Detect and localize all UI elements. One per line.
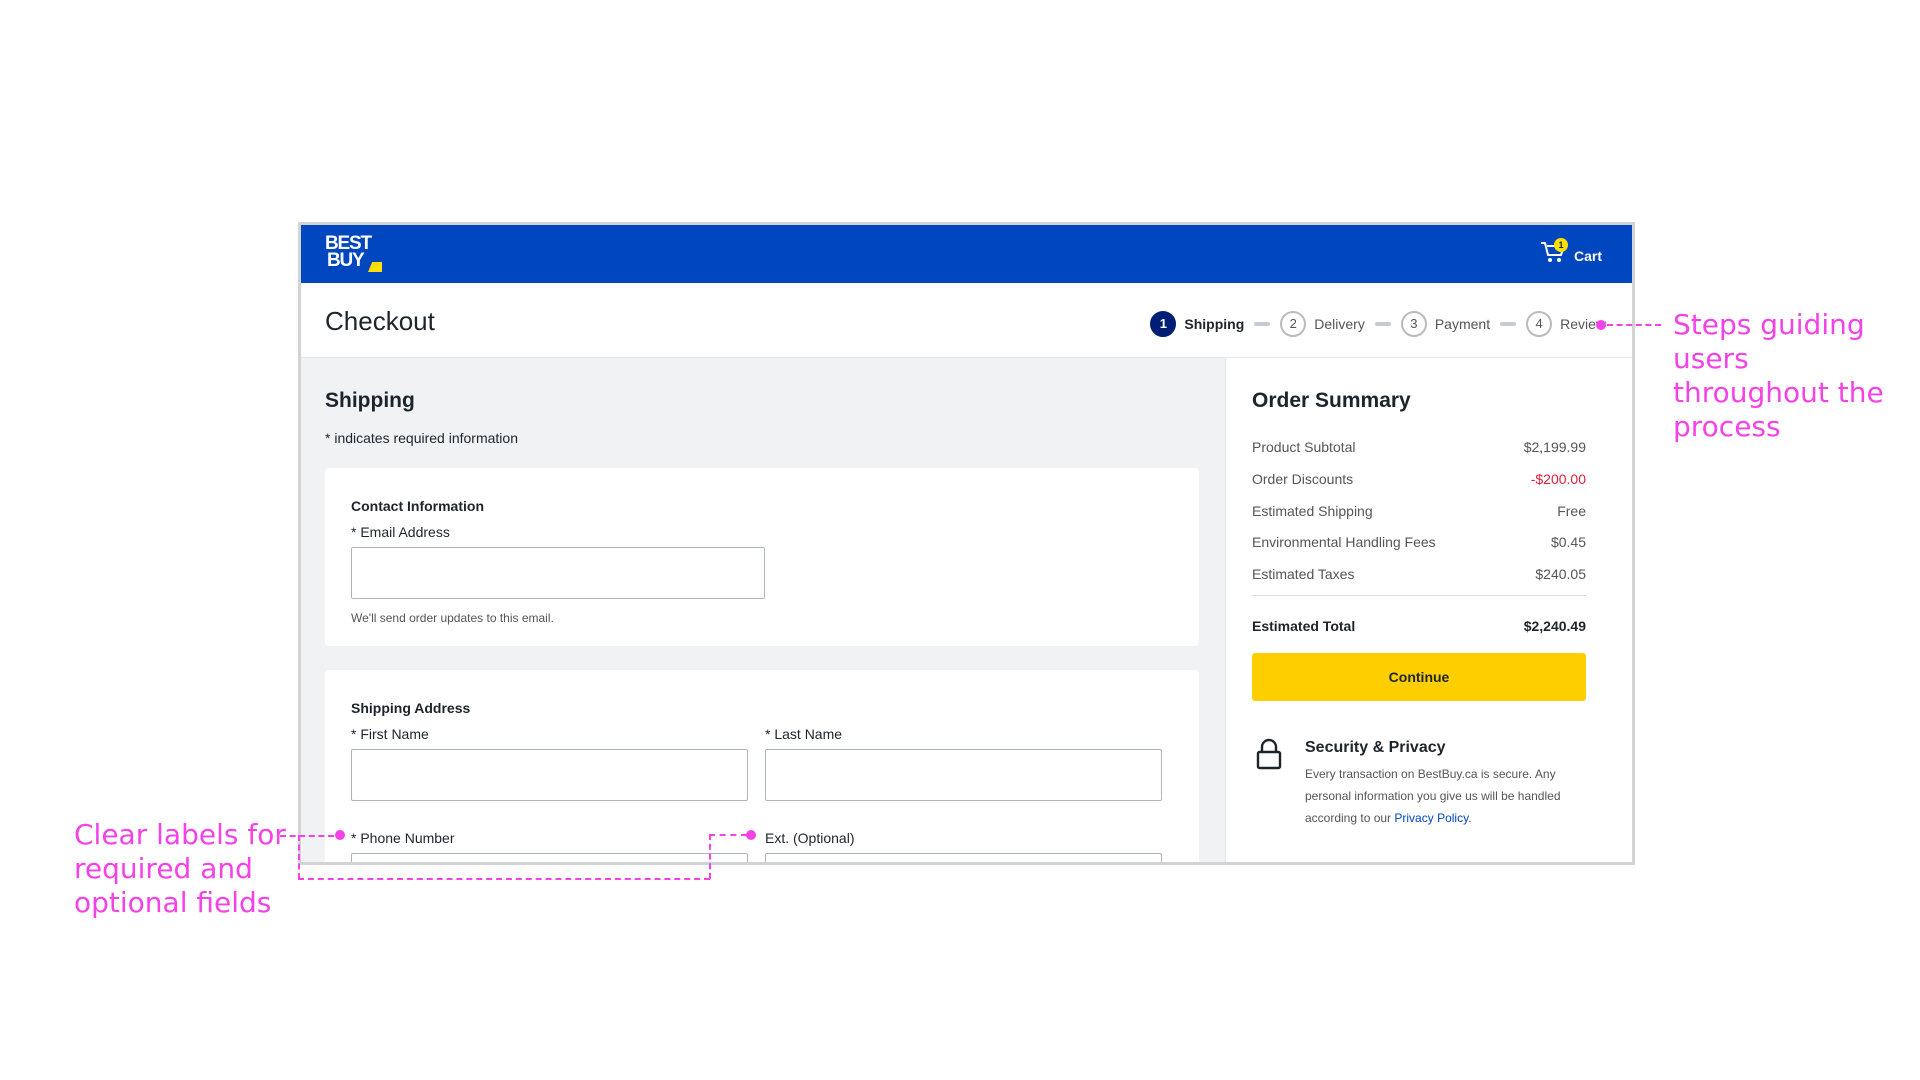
summary-row-value: $0.45	[1550, 534, 1586, 550]
estimated-total-label: Estimated Total	[1252, 618, 1356, 634]
extension-label: Ext. (Optional)	[765, 830, 855, 846]
order-summary-title: Order Summary	[1252, 389, 1411, 412]
order-summary-panel: Order Summary Product Subtotal $2,199.99…	[1225, 358, 1632, 862]
security-privacy-title: Security & Privacy	[1305, 739, 1446, 756]
continue-button[interactable]: Continue	[1252, 653, 1586, 701]
annotation-connector	[280, 835, 334, 837]
contact-information-card: Contact Information * Email Address We'l…	[325, 468, 1199, 646]
summary-row: Order Discounts -$200.00	[1252, 471, 1586, 487]
first-name-label: * First Name	[351, 726, 429, 742]
cart-count-badge: 1	[1554, 238, 1568, 252]
step-separator	[1500, 322, 1517, 326]
checkout-window: BEST BUY 1 Cart Checkout 1 Shipping 2 De…	[298, 222, 1635, 865]
step-label: Payment	[1434, 316, 1491, 332]
page-title: Checkout	[325, 306, 435, 336]
annotation-dot	[1596, 320, 1606, 330]
step-delivery[interactable]: 2 Delivery	[1280, 311, 1365, 337]
annotation-connector	[298, 878, 710, 880]
summary-row-value: $2,199.99	[1523, 439, 1586, 455]
summary-row: Product Subtotal $2,199.99	[1252, 439, 1586, 455]
privacy-policy-link[interactable]: Privacy Policy	[1394, 811, 1468, 825]
step-separator	[1254, 322, 1271, 326]
security-privacy-text: Every transaction on BestBuy.ca is secur…	[1305, 763, 1595, 829]
summary-row-value: $240.05	[1535, 566, 1586, 582]
last-name-field[interactable]	[765, 749, 1162, 801]
lock-icon	[1256, 738, 1282, 770]
checkout-header: Checkout 1 Shipping 2 Delivery 3 Payment…	[301, 283, 1632, 358]
security-text-end: .	[1468, 811, 1472, 825]
step-label: Shipping	[1184, 316, 1245, 332]
step-shipping[interactable]: 1 Shipping	[1150, 311, 1244, 337]
address-card-title: Shipping Address	[351, 700, 471, 716]
summary-row: Estimated Shipping Free	[1252, 503, 1586, 519]
step-number: 3	[1400, 311, 1427, 337]
step-separator	[1374, 322, 1391, 326]
logo-text-line2: BUY	[327, 250, 365, 271]
summary-row-label: Environmental Handling Fees	[1252, 534, 1436, 550]
summary-row-label: Estimated Taxes	[1252, 566, 1355, 582]
logo-tag-icon	[368, 262, 382, 272]
required-info-note: * indicates required information	[325, 430, 518, 446]
annotation-dot	[746, 830, 756, 840]
shipping-address-card: Shipping Address * First Name * Last Nam…	[325, 670, 1199, 862]
email-field[interactable]	[351, 547, 765, 599]
phone-number-field[interactable]	[351, 853, 748, 862]
annotation-dot	[335, 830, 345, 840]
step-label: Delivery	[1314, 316, 1365, 332]
estimated-total-value: $2,240.49	[1523, 618, 1586, 634]
summary-row-label: Product Subtotal	[1252, 439, 1356, 455]
steps-annotation-text: Steps guiding users throughout the proce…	[1673, 308, 1884, 443]
email-helper-text: We'll send order updates to this email.	[351, 611, 554, 625]
annotation-connector	[709, 834, 711, 879]
cart-label: Cart	[1574, 248, 1603, 264]
summary-row-label: Order Discounts	[1252, 471, 1354, 487]
bestbuy-logo[interactable]: BEST BUY	[325, 233, 389, 275]
first-name-field[interactable]	[351, 749, 748, 801]
estimated-total-row: Estimated Total $2,240.49	[1252, 618, 1586, 634]
annotation-connector	[298, 835, 300, 879]
summary-row: Environmental Handling Fees $0.45	[1252, 534, 1586, 550]
step-number: 1	[1150, 311, 1177, 337]
step-number: 2	[1280, 311, 1307, 337]
last-name-label: * Last Name	[765, 726, 843, 742]
annotation-connector	[1607, 324, 1661, 326]
step-payment[interactable]: 3 Payment	[1400, 311, 1491, 337]
summary-row-label: Estimated Shipping	[1252, 503, 1373, 519]
checkout-stepper: 1 Shipping 2 Delivery 3 Payment 4 Review	[1150, 310, 1606, 338]
summary-row: Estimated Taxes $240.05	[1252, 566, 1586, 582]
shipping-section-title: Shipping	[325, 389, 415, 412]
summary-row-value: -$200.00	[1530, 471, 1586, 487]
extension-field[interactable]	[765, 853, 1162, 862]
cart-button[interactable]: 1 Cart	[1540, 238, 1612, 270]
contact-card-title: Contact Information	[351, 498, 484, 514]
phone-number-label: * Phone Number	[351, 830, 455, 846]
summary-divider	[1252, 595, 1586, 596]
email-label: * Email Address	[351, 524, 450, 540]
labels-annotation-text: Clear labels for required and optional f…	[74, 818, 286, 919]
summary-row-value: Free	[1557, 503, 1586, 519]
step-review[interactable]: 4 Review	[1526, 311, 1606, 337]
step-number: 4	[1526, 311, 1553, 337]
top-navigation-bar: BEST BUY 1 Cart	[301, 225, 1632, 283]
annotation-connector	[709, 834, 747, 836]
